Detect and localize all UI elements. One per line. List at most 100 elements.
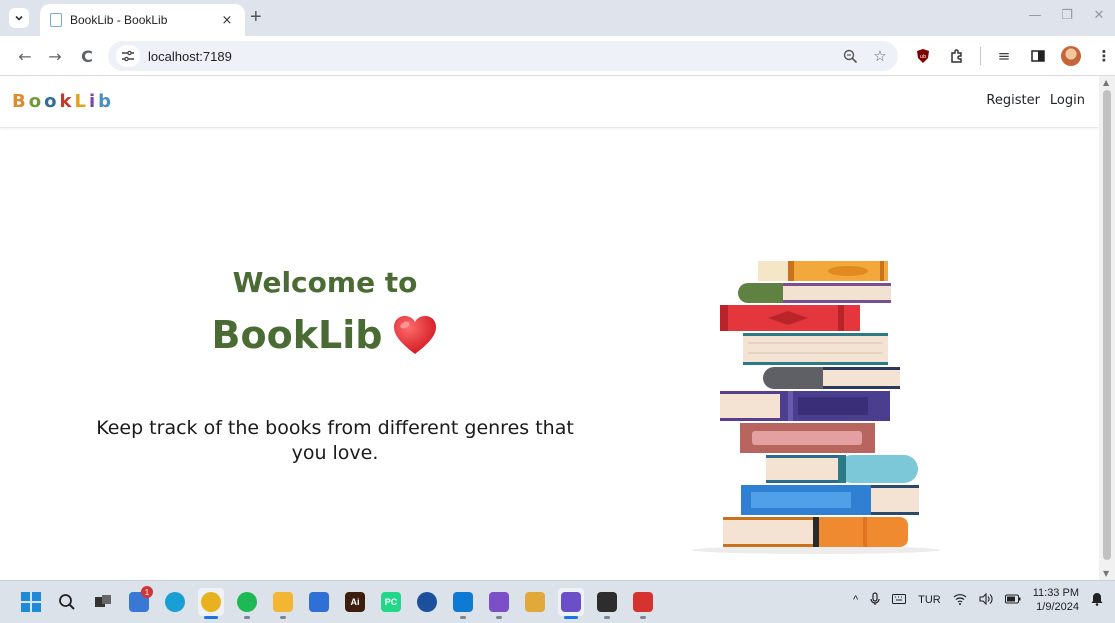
running-indicator — [496, 616, 502, 619]
clock-date: 1/9/2024 — [1036, 601, 1079, 613]
taskbar-app-start[interactable] — [18, 588, 44, 616]
taskbar-app-search[interactable] — [54, 588, 80, 616]
system-tray: ^ TUR 11:33 PM 1/9/2024 — [853, 586, 1103, 614]
keyboard-icon[interactable] — [892, 593, 907, 607]
terminal-icon — [597, 592, 617, 612]
forward-button[interactable]: → — [44, 45, 66, 67]
snipping-icon — [525, 592, 545, 612]
task-view-icon — [93, 592, 113, 612]
illustrator-icon: Ai — [345, 592, 365, 612]
hero-brand-name: BookLib — [211, 313, 383, 357]
taskbar-app-file-explorer[interactable] — [270, 588, 296, 619]
reload-icon: C — [81, 46, 93, 66]
windows-icon — [21, 592, 41, 612]
taskbar-app-visual-studio[interactable] — [486, 588, 512, 619]
auth-links: Register Login — [986, 93, 1085, 108]
zoom-icon[interactable] — [840, 45, 860, 67]
chrome-icon — [201, 592, 221, 612]
brand-letter: o — [44, 91, 60, 112]
running-indicator — [460, 616, 466, 619]
taskbar-app-app-round[interactable] — [414, 588, 440, 616]
puzzle-extensions-icon[interactable] — [946, 44, 968, 68]
brand-letter: B — [12, 91, 29, 112]
taskbar-app-spotify[interactable] — [234, 588, 260, 619]
battery-icon[interactable] — [1004, 594, 1021, 607]
new-tab-button[interactable]: + — [250, 6, 262, 29]
wifi-icon[interactable] — [953, 593, 967, 608]
reading-list-icon[interactable]: ≡ — [993, 44, 1015, 68]
restore-icon[interactable]: ❐ — [1051, 0, 1083, 30]
taskbar-app-paint[interactable] — [558, 588, 584, 619]
close-window-icon[interactable]: ✕ — [1083, 0, 1115, 30]
spotify-icon — [237, 592, 257, 612]
side-panel-icon[interactable] — [1027, 44, 1049, 68]
address-bar[interactable]: localhost:7189 ☆ — [108, 41, 898, 71]
taskbar-app-pycharm[interactable]: PC — [378, 588, 404, 616]
taskbar-app-cloud[interactable]: 1 — [126, 586, 153, 616]
notification-badge: 1 — [141, 586, 153, 598]
taskbar-app-vscode[interactable] — [450, 588, 476, 619]
taskbar-app-chrome[interactable] — [198, 588, 224, 619]
tab-search-button[interactable] — [9, 8, 29, 28]
hero-title-line2: BookLib — [0, 313, 650, 357]
site-info-button[interactable] — [116, 45, 140, 67]
system-clock[interactable]: 11:33 PM 1/9/2024 — [1033, 586, 1079, 614]
running-indicator — [604, 616, 610, 619]
browser-tab[interactable]: BookLib - BookLib × — [40, 4, 245, 36]
site-navbar: BookLib Register Login — [0, 76, 1099, 128]
search-icon — [57, 592, 77, 612]
running-indicator — [204, 616, 218, 619]
taskbar-app-snipping[interactable] — [522, 588, 548, 616]
site-brand-logo[interactable]: BookLib — [12, 91, 114, 112]
page-viewport: BookLib Register Login Welcome to BookLi… — [0, 76, 1115, 580]
scroll-up-icon[interactable]: ▲ — [1103, 78, 1109, 87]
browser-tab-bar: BookLib - BookLib × + — ❐ ✕ — [0, 0, 1115, 36]
url-text: localhost:7189 — [148, 48, 232, 64]
tab-title: BookLib - BookLib — [70, 13, 168, 27]
window-controls: — ❐ ✕ — [1019, 0, 1115, 32]
hero-title-line1: Welcome to — [232, 266, 418, 299]
input-language[interactable]: TUR — [918, 594, 941, 606]
brand-letter: o — [28, 91, 45, 112]
chevron-down-icon — [15, 15, 23, 21]
running-indicator — [244, 616, 250, 619]
vscode-icon — [453, 592, 473, 612]
minimize-icon[interactable]: — — [1019, 0, 1051, 30]
running-indicator — [564, 616, 578, 619]
edge-icon — [165, 592, 185, 612]
toolbar-separator — [980, 47, 981, 65]
bookmark-star-icon[interactable]: ☆ — [870, 45, 890, 67]
scroll-down-icon[interactable]: ▼ — [1103, 569, 1109, 578]
login-link[interactable]: Login — [1050, 93, 1085, 108]
profile-avatar[interactable] — [1061, 46, 1081, 66]
running-indicator — [280, 616, 286, 619]
taskbar-app-word[interactable] — [306, 588, 332, 616]
taskbar-app-task-view[interactable] — [90, 588, 116, 616]
tab-close-icon[interactable]: × — [219, 13, 235, 28]
taskbar-app-edge[interactable] — [162, 588, 188, 616]
notification-bell-icon[interactable] — [1091, 592, 1103, 609]
app-icon-label: PC — [384, 597, 398, 607]
extensions-bar: ub ≡ ⋮ — [912, 44, 1115, 68]
microphone-icon[interactable] — [870, 591, 880, 609]
book-stack-illustration — [692, 261, 940, 554]
taskbar-app-terminal[interactable] — [594, 588, 620, 619]
tray-overflow-chevron-icon[interactable]: ^ — [853, 594, 858, 606]
page-favicon-icon — [50, 13, 62, 27]
reload-button[interactable]: C — [76, 45, 98, 67]
more-menu-icon[interactable]: ⋮ — [1093, 44, 1115, 68]
taskbar-app-illustrator[interactable]: Ai — [342, 588, 368, 616]
word-icon — [309, 592, 329, 612]
scrollbar-thumb[interactable] — [1103, 90, 1111, 560]
ublock-icon[interactable]: ub — [912, 44, 934, 68]
app-icon-label: Ai — [350, 597, 360, 607]
back-button[interactable]: ← — [14, 45, 36, 67]
arrow-right-icon: → — [48, 46, 62, 66]
page-scrollbar[interactable]: ▲ ▼ — [1099, 76, 1115, 580]
hero-description: Keep track of the books from different g… — [96, 417, 574, 464]
taskbar-app-wps[interactable] — [630, 588, 656, 619]
register-link[interactable]: Register — [986, 93, 1040, 108]
wps-icon — [633, 592, 653, 612]
volume-icon[interactable] — [979, 592, 993, 608]
app-icon — [417, 592, 437, 612]
